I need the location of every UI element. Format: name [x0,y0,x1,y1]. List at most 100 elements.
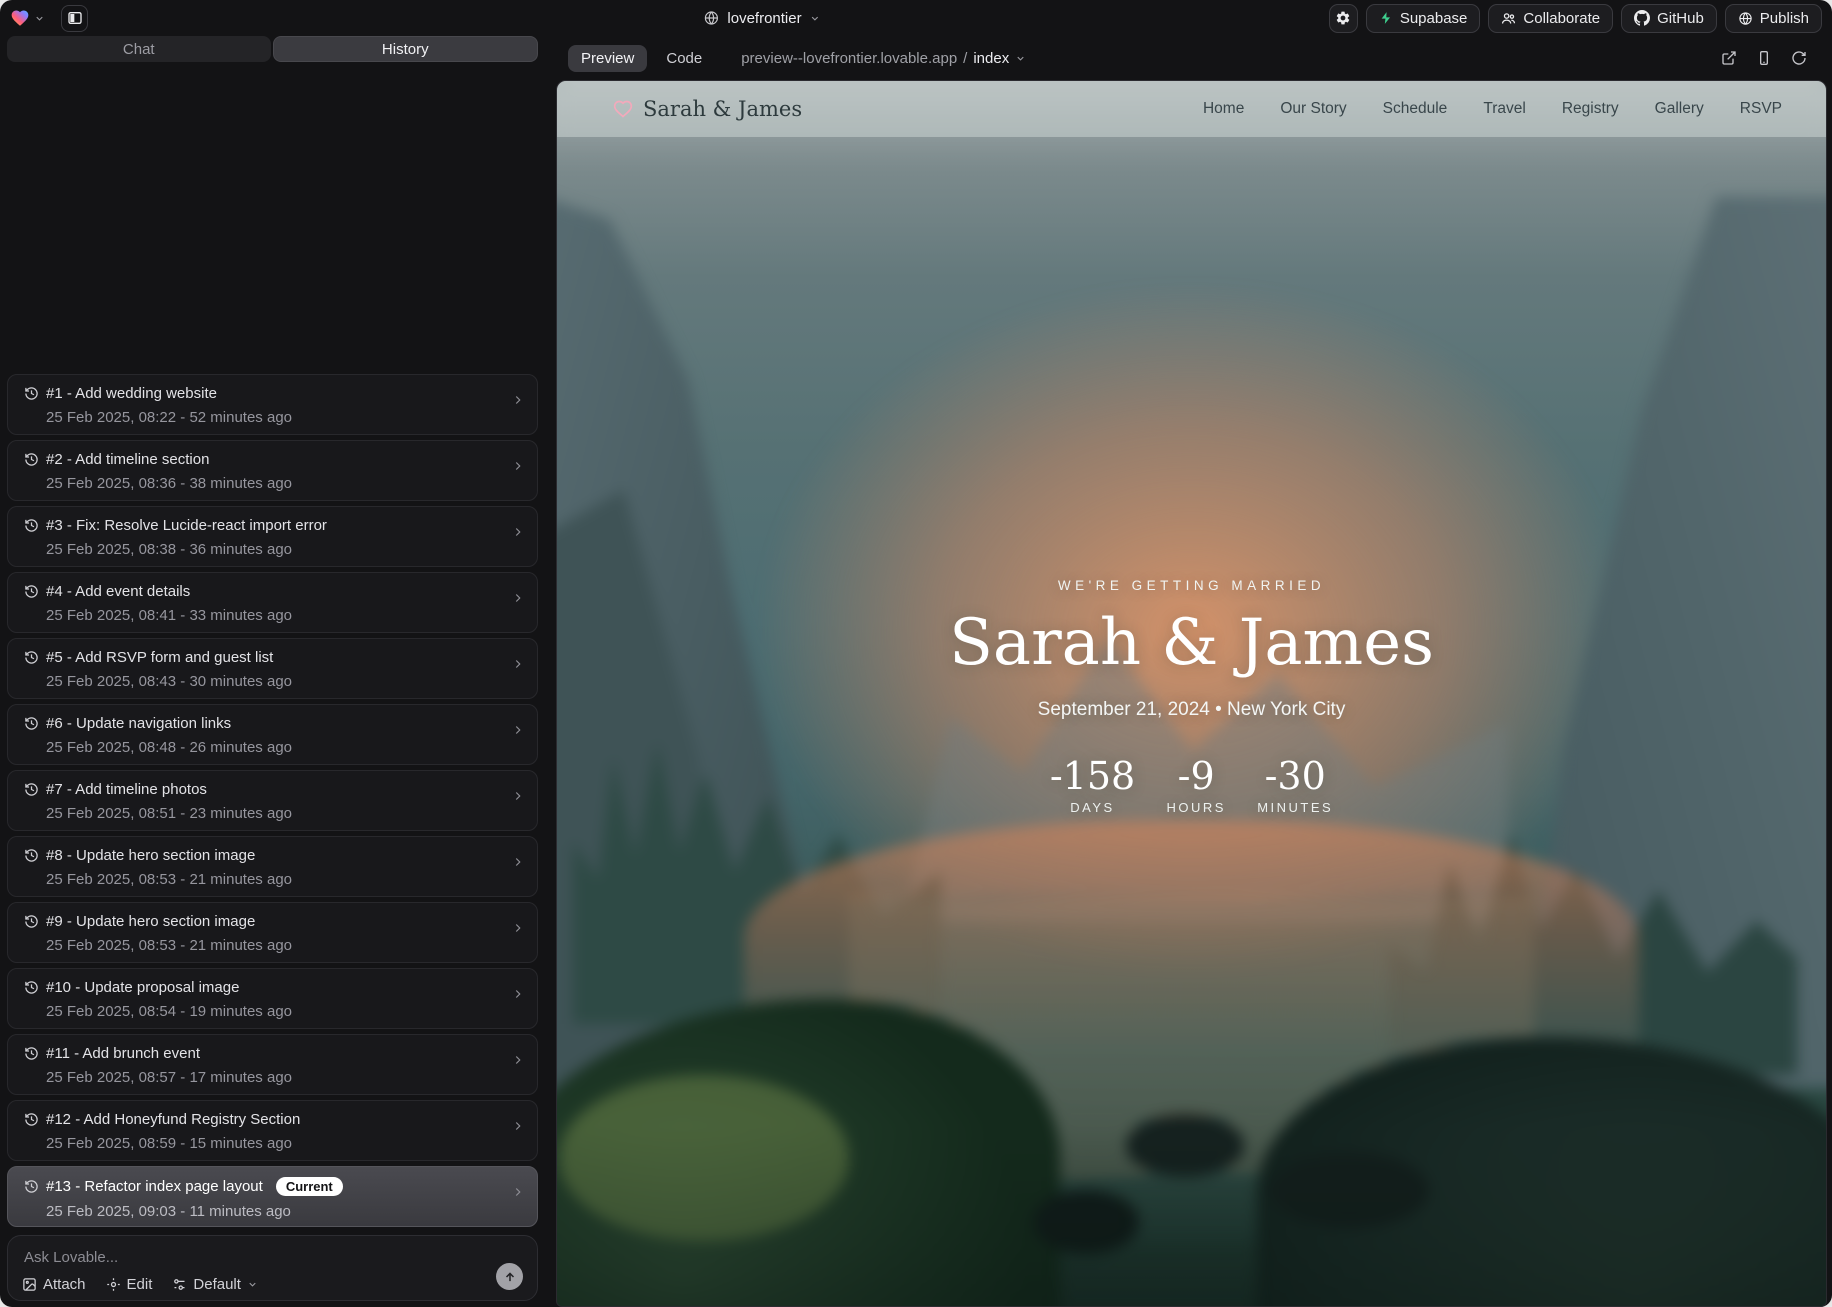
current-badge: Current [276,1177,343,1196]
site-nav-link[interactable]: RSVP [1740,100,1782,118]
refresh-icon[interactable] [1791,50,1807,66]
tab-history[interactable]: History [273,36,539,62]
history-clock-icon [24,782,39,797]
chevron-right-icon[interactable] [511,657,525,671]
history-item-title: #11 - Add brunch event [46,1045,200,1062]
site-nav-link[interactable]: Home [1203,100,1244,118]
history-item[interactable]: #11 - Add brunch event 25 Feb 2025, 08:5… [7,1034,538,1095]
history-item-timestamp: 25 Feb 2025, 08:38 - 36 minutes ago [46,541,523,558]
chat-composer: Attach Edit Default [7,1235,538,1301]
history-item[interactable]: #3 - Fix: Resolve Lucide-react import er… [7,506,538,567]
sidebar-toggle-button[interactable] [61,5,88,32]
site-nav-link[interactable]: Schedule [1383,100,1448,118]
users-icon [1501,11,1516,26]
history-item[interactable]: #5 - Add RSVP form and guest list 25 Feb… [7,638,538,699]
history-clock-icon [24,1046,39,1061]
chevron-down-icon [1015,53,1026,64]
history-clock-icon [24,1179,39,1194]
history-item-timestamp: 25 Feb 2025, 08:54 - 19 minutes ago [46,1003,523,1020]
chevron-right-icon[interactable] [511,1119,525,1133]
site-nav-link[interactable]: Gallery [1655,100,1704,118]
chevron-right-icon[interactable] [511,591,525,605]
tab-chat[interactable]: Chat [7,36,271,62]
countdown-label: HOURS [1165,800,1227,815]
chevron-right-icon[interactable] [511,855,525,869]
lovable-logo-menu[interactable] [10,8,45,28]
mode-selector[interactable]: Default [172,1276,258,1293]
site-nav-link[interactable]: Travel [1483,100,1526,118]
url-page: index [973,50,1009,67]
tab-code[interactable]: Code [653,45,715,72]
chevron-right-icon[interactable] [511,459,525,473]
globe-icon [1738,11,1753,26]
open-in-new-icon[interactable] [1721,50,1737,66]
history-item-title: #7 - Add timeline photos [46,781,207,798]
composer-toolbar: Attach Edit Default [22,1276,523,1293]
history-item[interactable]: #8 - Update hero section image 25 Feb 20… [7,836,538,897]
chevron-right-icon[interactable] [511,525,525,539]
history-clock-icon [24,650,39,665]
tab-code-label: Code [666,50,702,67]
history-item[interactable]: #1 - Add wedding website 25 Feb 2025, 08… [7,374,538,435]
chevron-right-icon[interactable] [511,789,525,803]
publish-button[interactable]: Publish [1725,4,1822,33]
history-item-title: #12 - Add Honeyfund Registry Section [46,1111,300,1128]
url-host: preview--lovefrontier.lovable.app [741,50,957,67]
site-nav-link[interactable]: Our Story [1280,100,1346,118]
chat-input[interactable] [22,1248,477,1267]
github-button[interactable]: GitHub [1621,4,1717,33]
github-icon [1634,10,1650,26]
chevron-right-icon[interactable] [511,987,525,1001]
history-item[interactable]: #4 - Add event details 25 Feb 2025, 08:4… [7,572,538,633]
mobile-view-icon[interactable] [1756,50,1772,66]
history-item[interactable]: #7 - Add timeline photos 25 Feb 2025, 08… [7,770,538,831]
attach-button[interactable]: Attach [22,1276,86,1293]
tab-preview[interactable]: Preview [568,45,647,72]
countdown-item: -9 HOURS [1165,757,1227,815]
preview-toolbar: Preview Code preview--lovefrontier.lovab… [556,36,1827,80]
topbar-actions: Supabase Collaborate GitHub Publ [1329,4,1822,33]
chevron-right-icon[interactable] [511,393,525,407]
countdown-item: -30 MINUTES [1257,757,1333,815]
preview-url[interactable]: preview--lovefrontier.lovable.app / inde… [741,50,1026,67]
supabase-button[interactable]: Supabase [1366,4,1481,33]
site-brand[interactable]: Sarah & James [613,97,802,121]
chevron-right-icon[interactable] [511,921,525,935]
github-label: GitHub [1657,10,1704,27]
edit-button[interactable]: Edit [106,1276,153,1293]
history-item[interactable]: #10 - Update proposal image 25 Feb 2025,… [7,968,538,1029]
chevron-right-icon[interactable] [511,1185,525,1199]
history-item[interactable]: #13 - Refactor index page layout Current… [7,1166,538,1227]
history-clock-icon [24,1112,39,1127]
chevron-right-icon[interactable] [511,723,525,737]
locate-icon [106,1277,121,1292]
settings-button[interactable] [1329,4,1358,33]
history-item-timestamp: 25 Feb 2025, 08:51 - 23 minutes ago [46,805,523,822]
heart-outline-icon [613,99,633,119]
history-item[interactable]: #2 - Add timeline section 25 Feb 2025, 0… [7,440,538,501]
site-nav-link[interactable]: Registry [1562,100,1619,118]
history-item[interactable]: #12 - Add Honeyfund Registry Section 25 … [7,1100,538,1161]
history-clock-icon [24,386,39,401]
mode-label: Default [193,1276,241,1293]
collaborate-button[interactable]: Collaborate [1488,4,1613,33]
history-clock-icon [24,452,39,467]
chevron-down-icon [34,13,45,24]
attach-label: Attach [43,1276,86,1293]
panel-left-icon [67,10,83,26]
site-nav: Home Our Story Schedule Travel Registry Galle… [1203,100,1782,118]
history-item-timestamp: 25 Feb 2025, 08:57 - 17 minutes ago [46,1069,523,1086]
hero-section: WE'RE GETTING MARRIED Sarah & James Sept… [557,578,1826,815]
project-name: lovefrontier [727,10,801,27]
url-separator: / [963,50,967,67]
preview-toolbar-actions [1721,50,1807,66]
project-switcher[interactable]: lovefrontier [703,0,820,36]
history-item[interactable]: #9 - Update hero section image 25 Feb 20… [7,902,538,963]
history-clock-icon [24,914,39,929]
history-item[interactable]: #6 - Update navigation links 25 Feb 2025… [7,704,538,765]
history-item-title: #6 - Update navigation links [46,715,231,732]
chevron-right-icon[interactable] [511,1053,525,1067]
send-button[interactable] [496,1263,523,1290]
history-clock-icon [24,848,39,863]
topbar: lovefrontier Supabase Collaborate [0,0,1832,36]
